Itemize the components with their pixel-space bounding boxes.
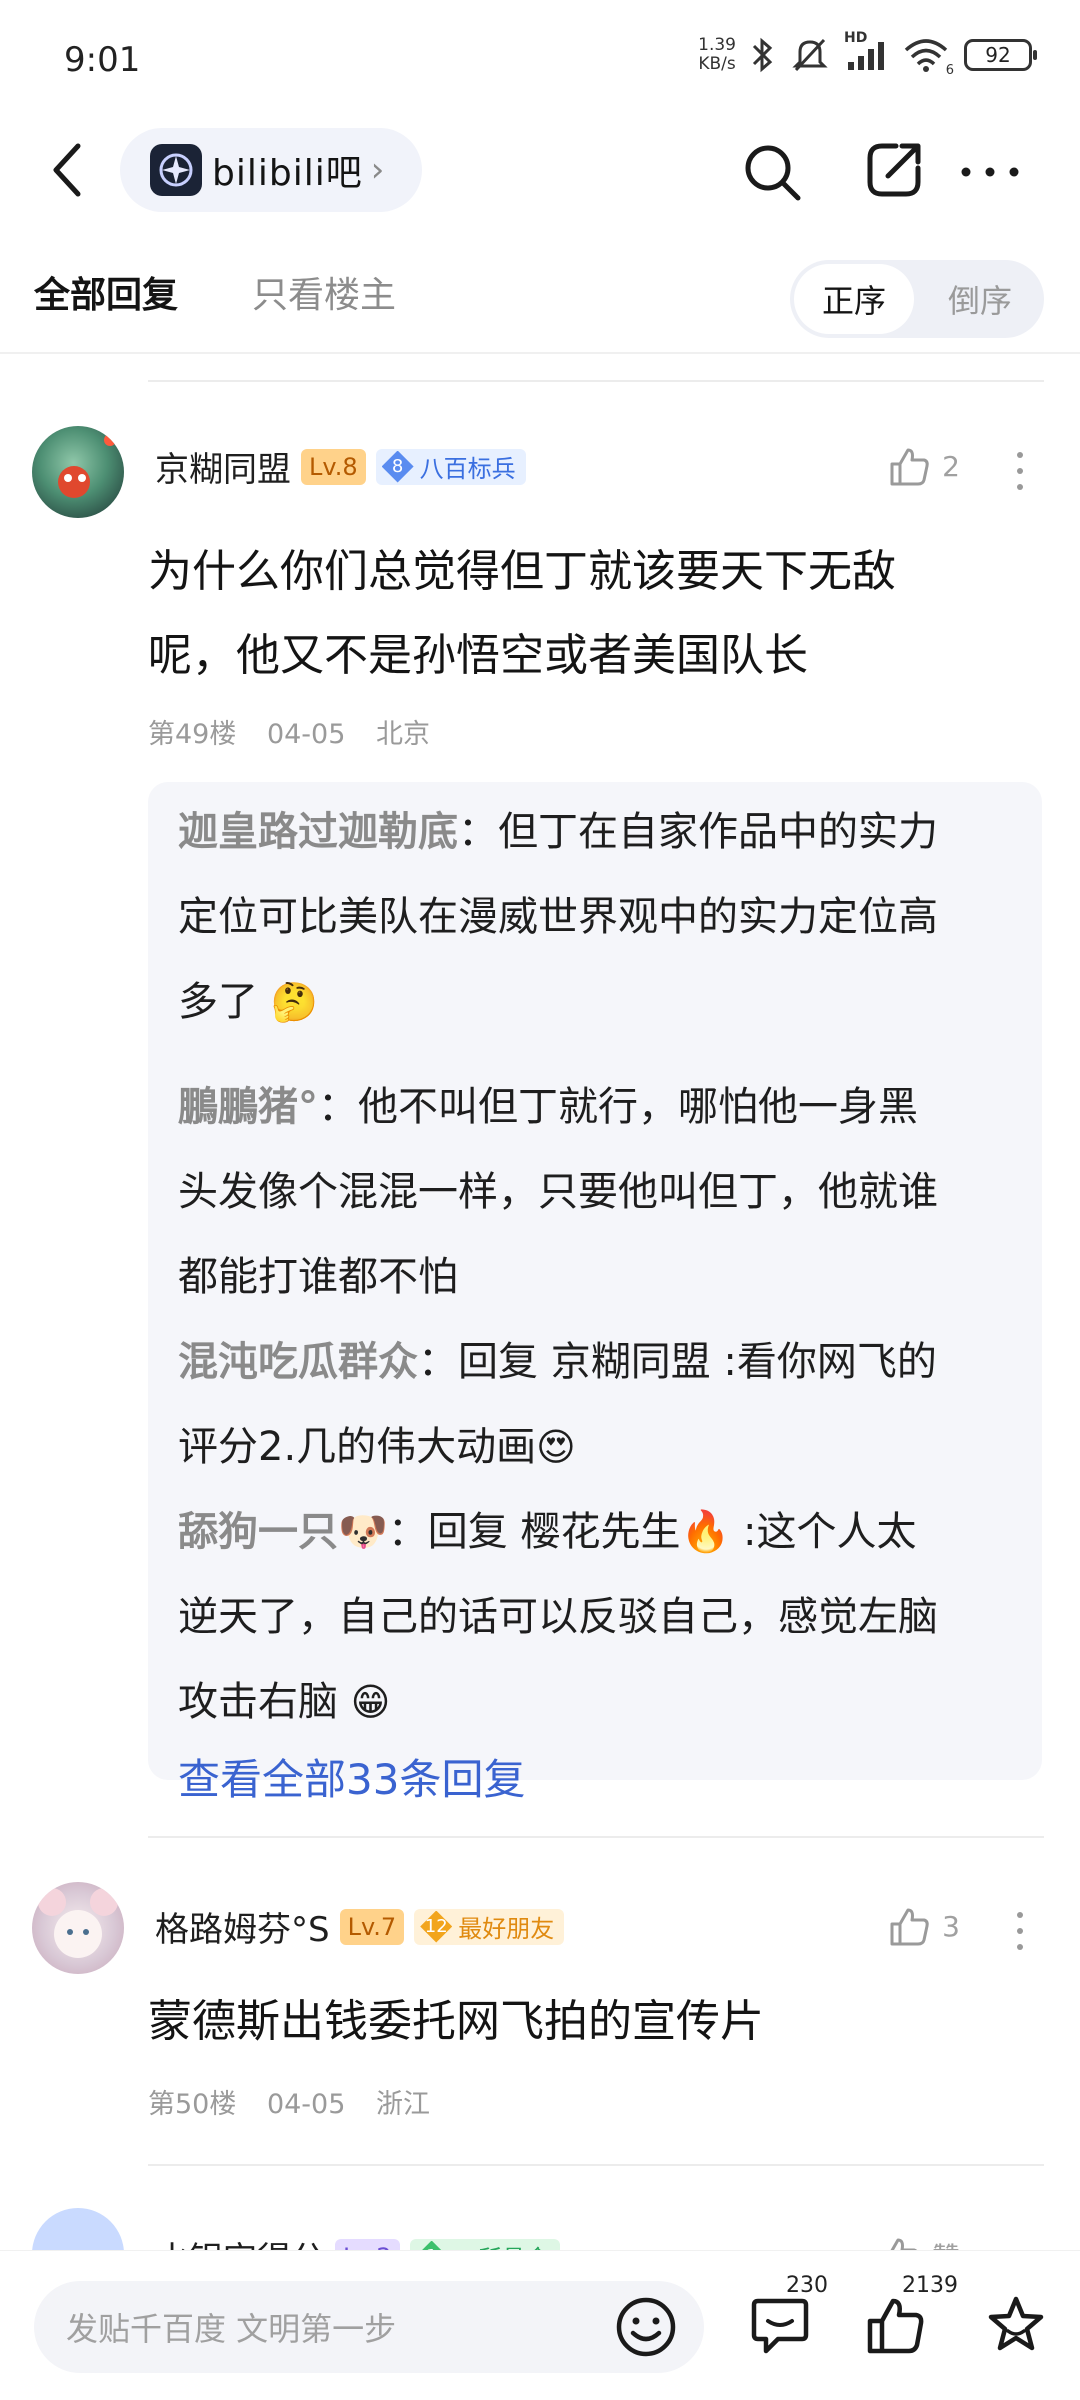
sort-desc-button[interactable]: 倒序 xyxy=(920,264,1040,334)
title-badge: 12 最好朋友 xyxy=(414,1908,565,1945)
username[interactable]: 水银定得分 xyxy=(155,2232,325,2250)
post-meta: 第50楼 04-05 浙江 xyxy=(148,2082,452,2121)
post-content: 为什么你们总觉得但丁就该要天下无敌 呢，他又不是孙悟空或者美国队长 xyxy=(148,546,896,681)
tab-op-only[interactable]: 只看楼主 xyxy=(252,266,396,318)
post-location: 北京 xyxy=(376,719,431,750)
divider xyxy=(148,1836,1044,1838)
thumbs-up-icon xyxy=(878,2234,922,2250)
forum-chip[interactable]: bilibili吧 › xyxy=(120,128,422,212)
like-count: 2 xyxy=(942,449,960,483)
tabs-bar: 全部回复 只看楼主 正序 倒序 xyxy=(0,240,1080,348)
reply-item[interactable]: 鵬鵬猪°：他不叫但丁就行，哪怕他一身黑 头发像个混混一样，只要他叫但丁，他就谁 … xyxy=(178,1065,1016,1320)
thumbs-up-icon xyxy=(888,1904,932,1948)
post-meta: 第49楼 04-05 北京 xyxy=(148,712,452,751)
reply-item[interactable]: 舔狗一只🐶：回复 樱花先生🔥 :这个人太 逆天了，自己的话可以反驳自己，感觉左脑… xyxy=(178,1490,1016,1745)
level-badge: Lv.2 xyxy=(335,2238,400,2250)
signal-icon: HD xyxy=(844,30,888,74)
forum-logo xyxy=(150,144,202,196)
avatar[interactable] xyxy=(32,426,124,518)
heart-eyes-emoji-icon: 😍 xyxy=(536,1425,576,1469)
reply-author[interactable]: 鵬鵬猪° xyxy=(178,1084,318,1130)
divider xyxy=(148,2164,1044,2166)
emoji-icon[interactable] xyxy=(612,2293,680,2361)
like-count: 2139 xyxy=(902,2273,958,2298)
title-badge: 1 一所悬命 xyxy=(409,2238,560,2250)
reply-list-continued: 鵬鵬猪°：他不叫但丁就行，哪怕他一身黑 头发像个混混一样，只要他叫但丁，他就谁 … xyxy=(148,1065,1042,1804)
avatar[interactable] xyxy=(32,1882,124,1974)
reply-item[interactable]: 迦皇路过迦勒底：但丁在自家作品中的实力 定位可比美队在漫威世界观中的实力定位高 … xyxy=(178,790,1016,1045)
floor-number: 第49楼 xyxy=(148,719,237,750)
like-button[interactable]: 2 xyxy=(888,444,960,488)
bluetooth-icon xyxy=(750,36,776,74)
reply-item[interactable]: 混沌吃瓜群众：回复 京糊同盟 :看你网飞的 评分2.几的伟大动画😍 xyxy=(178,1320,1016,1490)
title-level-icon: 8 xyxy=(381,450,414,483)
net-speed: 1.39 KB/s xyxy=(698,35,736,74)
username-row: 水银定得分 Lv.2 1 一所悬命 xyxy=(155,2232,560,2250)
reply-author[interactable]: 迦皇路过迦勒底 xyxy=(178,809,458,855)
like-button[interactable]: 赞 xyxy=(878,2234,960,2250)
star-icon[interactable] xyxy=(984,2293,1048,2357)
post-more-icon[interactable] xyxy=(1010,1912,1030,1950)
sort-toggle: 正序 倒序 xyxy=(790,260,1044,338)
thinking-emoji-icon: 🤔 xyxy=(270,980,319,1024)
thumbs-up-icon[interactable] xyxy=(864,2293,928,2357)
level-badge: Lv.7 xyxy=(339,1908,405,1945)
sort-asc-button[interactable]: 正序 xyxy=(794,264,914,334)
thumbs-up-icon xyxy=(888,444,932,488)
title-badge: 8 八百标兵 xyxy=(375,448,526,485)
post-content: 蒙德斯出钱委托网飞拍的宣传片 xyxy=(148,1996,764,2047)
post-date: 04-05 xyxy=(266,719,346,750)
reply-target[interactable]: 樱花先生🔥 xyxy=(521,1509,731,1555)
view-all-replies-link[interactable]: 查看全部33条回复 xyxy=(178,1745,1016,1815)
like-label: 赞 xyxy=(932,2236,960,2250)
status-time: 9:01 xyxy=(64,40,141,80)
floor-number: 第50楼 xyxy=(148,2089,237,2120)
username[interactable]: 京糊同盟 xyxy=(155,442,291,491)
mute-icon xyxy=(790,36,830,74)
nav-bar: bilibili吧 › xyxy=(0,120,1080,220)
comment-count: 230 xyxy=(786,2273,828,2298)
username-row: 京糊同盟 Lv.8 8 八百标兵 xyxy=(155,442,526,491)
bottom-bar: 发贴千百度 文明第一步 230 2139 xyxy=(0,2250,1080,2400)
post-date: 04-05 xyxy=(266,2089,346,2120)
grin-emoji-icon: 😁 xyxy=(350,1680,391,1724)
reply-author[interactable]: 舔狗一只🐶 xyxy=(178,1509,388,1555)
comment-icon[interactable] xyxy=(748,2293,812,2357)
username[interactable]: 格路姆芬°S xyxy=(155,1902,330,1951)
back-button[interactable] xyxy=(40,138,100,202)
wifi-icon: 6 xyxy=(902,36,954,78)
more-icon[interactable] xyxy=(958,140,1022,204)
reply-author[interactable]: 混沌吃瓜群众 xyxy=(178,1339,418,1385)
status-icons: 1.39 KB/s HD 6 92 xyxy=(698,30,1037,78)
like-count: 3 xyxy=(942,1909,960,1943)
divider xyxy=(148,380,1044,382)
battery-icon: 92 xyxy=(964,39,1037,71)
avatar[interactable] xyxy=(32,2208,124,2250)
divider xyxy=(0,352,1080,354)
post-more-icon[interactable] xyxy=(1010,452,1030,490)
like-button[interactable]: 3 xyxy=(888,1904,960,1948)
share-icon[interactable] xyxy=(862,138,926,202)
level-badge: Lv.8 xyxy=(301,448,366,485)
status-bar: 9:01 1.39 KB/s HD 6 92 xyxy=(0,0,1080,120)
post-item: 水银定得分 Lv.2 1 一所悬命 赞 xyxy=(0,2200,1080,2250)
title-level-icon: 1 xyxy=(415,2240,448,2250)
compose-input[interactable]: 发贴千百度 文明第一步 xyxy=(34,2281,704,2373)
post-location: 浙江 xyxy=(376,2089,431,2120)
chevron-right-icon: › xyxy=(370,150,385,190)
search-icon[interactable] xyxy=(740,140,804,204)
forum-name: bilibili吧 xyxy=(212,153,363,194)
title-level-icon: 12 xyxy=(420,1910,453,1943)
reply-target[interactable]: 京糊同盟 xyxy=(551,1339,711,1385)
tab-all-replies[interactable]: 全部回复 xyxy=(34,266,178,318)
username-row: 格路姆芬°S Lv.7 12 最好朋友 xyxy=(155,1902,565,1951)
